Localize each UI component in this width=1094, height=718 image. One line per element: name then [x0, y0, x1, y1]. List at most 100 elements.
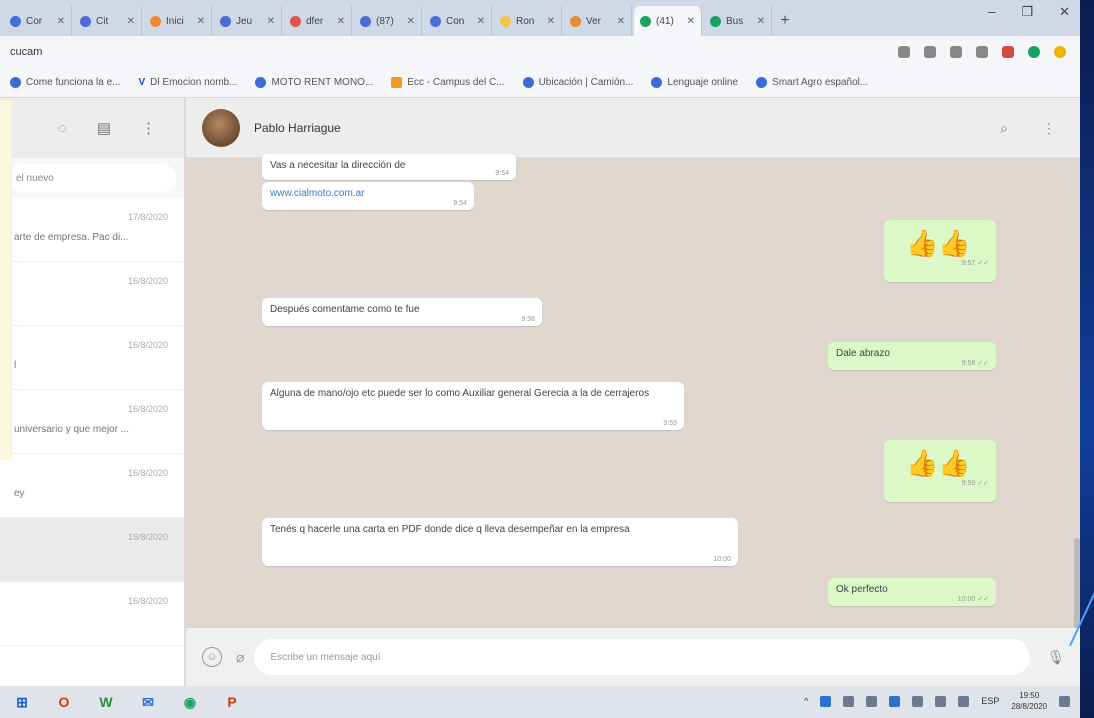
- bookmark-item[interactable]: Smart Agro español...: [756, 77, 868, 88]
- url-field[interactable]: cucam: [10, 46, 898, 58]
- wifi-icon[interactable]: [935, 695, 947, 707]
- outgoing-message[interactable]: Ok perfecto 10:00 ✓✓: [828, 578, 996, 606]
- outgoing-message[interactable]: Dale abrazo 9:58 ✓✓: [828, 342, 996, 370]
- contact-name[interactable]: Pablo Harriague: [254, 121, 341, 135]
- search-input[interactable]: el nuevo: [8, 164, 176, 192]
- bookmarks-bar: Come funciona la e... V Dl Emocion nomb..…: [0, 68, 1080, 98]
- message-input[interactable]: Escribe un mensaje aquí: [254, 639, 1030, 675]
- notifications-icon[interactable]: [1059, 695, 1070, 707]
- incoming-message[interactable]: Alguna de mano/ojo etc puede ser lo como…: [262, 382, 684, 430]
- new-chat-icon[interactable]: ▤: [97, 119, 111, 137]
- incoming-message[interactable]: www.cialmoto.com.ar 9:54: [262, 182, 474, 210]
- bookmark-item[interactable]: Come funciona la e...: [10, 77, 121, 88]
- message-text: Vas a necesitar la dirección de: [270, 160, 406, 171]
- new-tab-button[interactable]: +: [774, 6, 796, 36]
- chevron-up-icon[interactable]: ^: [804, 696, 808, 706]
- bookmark-item[interactable]: V Dl Emocion nomb...: [139, 77, 238, 88]
- clock[interactable]: 19:50 28/8/2020: [1011, 690, 1047, 712]
- browser-tab-active[interactable]: (41) ✕: [634, 6, 702, 36]
- browser-tab[interactable]: Jeu ✕: [214, 6, 282, 36]
- bookmark-item[interactable]: Lenguaje online: [651, 77, 738, 88]
- status-icon[interactable]: ◌: [58, 120, 67, 137]
- tray-icon[interactable]: [820, 695, 832, 707]
- close-icon[interactable]: ✕: [57, 16, 65, 27]
- extension-icon[interactable]: [976, 46, 988, 58]
- close-icon[interactable]: ✕: [687, 16, 695, 27]
- profile-avatar-icon[interactable]: [1028, 46, 1040, 58]
- close-icon[interactable]: ✕: [337, 16, 345, 27]
- browser-tab[interactable]: Bus ✕: [704, 6, 772, 36]
- browser-tab[interactable]: Inici ✕: [144, 6, 212, 36]
- maximize-button[interactable]: ❐: [1021, 4, 1033, 20]
- extension-icon[interactable]: [924, 46, 936, 58]
- battery-icon[interactable]: [912, 695, 924, 707]
- message-link[interactable]: www.cialmoto.com.ar: [270, 188, 364, 199]
- close-icon[interactable]: ✕: [267, 16, 275, 27]
- chat-list-item[interactable]: 16/8/2020 ey: [0, 454, 184, 518]
- close-icon[interactable]: ✕: [757, 16, 765, 27]
- close-icon[interactable]: ✕: [547, 16, 555, 27]
- incoming-message[interactable]: Tenés q hacerle una carta en PDF donde d…: [262, 518, 738, 566]
- browser-tab[interactable]: (87) ✕: [354, 6, 422, 36]
- bookmark-item[interactable]: Ecc - Campus del C...: [391, 77, 505, 88]
- incoming-message[interactable]: Después comentame como te fue 9:58: [262, 298, 542, 326]
- browser-tab[interactable]: Con ✕: [424, 6, 492, 36]
- mail-app-icon[interactable]: ✉: [136, 690, 160, 714]
- avatar[interactable]: [202, 108, 240, 147]
- powerpoint-app-icon[interactable]: P: [220, 690, 244, 714]
- message-time: 9:57 ✓✓: [961, 260, 989, 267]
- menu-icon[interactable]: ⋮: [1042, 120, 1056, 137]
- gear-icon[interactable]: [898, 46, 910, 58]
- chat-list-item[interactable]: 17/8/2020 arte de empresa. Pac di...: [0, 198, 184, 262]
- chat-list-item[interactable]: 16/8/2020: [0, 262, 184, 326]
- app-icon[interactable]: W: [94, 690, 118, 714]
- chat-list-item[interactable]: 16/8/2020 l: [0, 326, 184, 390]
- outgoing-message[interactable]: 👍👍 9:59 ✓✓: [884, 440, 996, 502]
- bookmark-item[interactable]: Ubicación | Camión...: [522, 77, 634, 88]
- tab-favicon-icon: [710, 15, 721, 27]
- conversation-header[interactable]: Pablo Harriague ⌕ ⋮: [186, 98, 1080, 158]
- close-icon[interactable]: ✕: [197, 16, 205, 27]
- emoji-icon[interactable]: ☺: [202, 647, 222, 667]
- extension-icon[interactable]: [1002, 46, 1014, 58]
- language-indicator[interactable]: ESP: [981, 696, 999, 706]
- globe-icon: [756, 77, 768, 88]
- browser-tab[interactable]: Cor ✕: [4, 6, 72, 36]
- microphone-icon[interactable]: 🎙: [1047, 646, 1065, 668]
- close-icon[interactable]: ✕: [407, 16, 415, 27]
- chat-time: 16/8/2020: [127, 404, 168, 414]
- chrome-app-icon[interactable]: ◉: [178, 690, 202, 714]
- chat-time: 16/8/2020: [127, 276, 168, 286]
- system-tray: ^ ESP 19:50 28/8/2020: [804, 690, 1070, 712]
- extension-icon[interactable]: [1054, 46, 1066, 58]
- browser-tab[interactable]: dfer ✕: [284, 6, 352, 36]
- tray-icon[interactable]: [843, 695, 855, 707]
- close-window-button[interactable]: ✕: [1059, 4, 1070, 20]
- browser-tab[interactable]: Ver ✕: [564, 6, 632, 36]
- sidebar-header: ◌ ▤ ⋮: [0, 98, 184, 158]
- minimize-button[interactable]: –: [988, 4, 995, 20]
- close-icon[interactable]: ✕: [617, 16, 625, 27]
- bookmark-label: Smart Agro español...: [772, 77, 869, 88]
- tray-icon[interactable]: [889, 695, 901, 707]
- incoming-message[interactable]: Vas a necesitar la dirección de 9:54: [262, 154, 516, 180]
- chat-list-item[interactable]: 16/8/2020 universario y que mejor ...: [0, 390, 184, 454]
- start-button[interactable]: ⊞: [10, 690, 34, 714]
- outgoing-message[interactable]: 👍👍 9:57 ✓✓: [884, 220, 996, 282]
- extension-icon[interactable]: [950, 46, 962, 58]
- search-icon[interactable]: ⌕: [1000, 120, 1008, 137]
- bookmark-label: Ubicación | Camión...: [538, 77, 634, 88]
- bookmark-item[interactable]: MOTO RENT MONO...: [255, 77, 373, 88]
- close-icon[interactable]: ✕: [127, 16, 135, 27]
- attach-icon[interactable]: ⌀: [236, 649, 244, 666]
- volume-icon[interactable]: [958, 695, 970, 707]
- close-icon[interactable]: ✕: [477, 16, 485, 27]
- browser-tab[interactable]: Ron ✕: [494, 6, 562, 36]
- conversation-pane: Pablo Harriague ⌕ ⋮ Vas a necesitar la d…: [186, 98, 1080, 686]
- office-app-icon[interactable]: O: [52, 690, 76, 714]
- browser-tab[interactable]: Cit ✕: [74, 6, 142, 36]
- menu-icon[interactable]: ⋮: [141, 119, 156, 137]
- tray-icon[interactable]: [866, 695, 878, 707]
- chat-list-item-selected[interactable]: 16/8/2020: [0, 518, 184, 582]
- chat-list-item[interactable]: 16/8/2020: [0, 582, 184, 646]
